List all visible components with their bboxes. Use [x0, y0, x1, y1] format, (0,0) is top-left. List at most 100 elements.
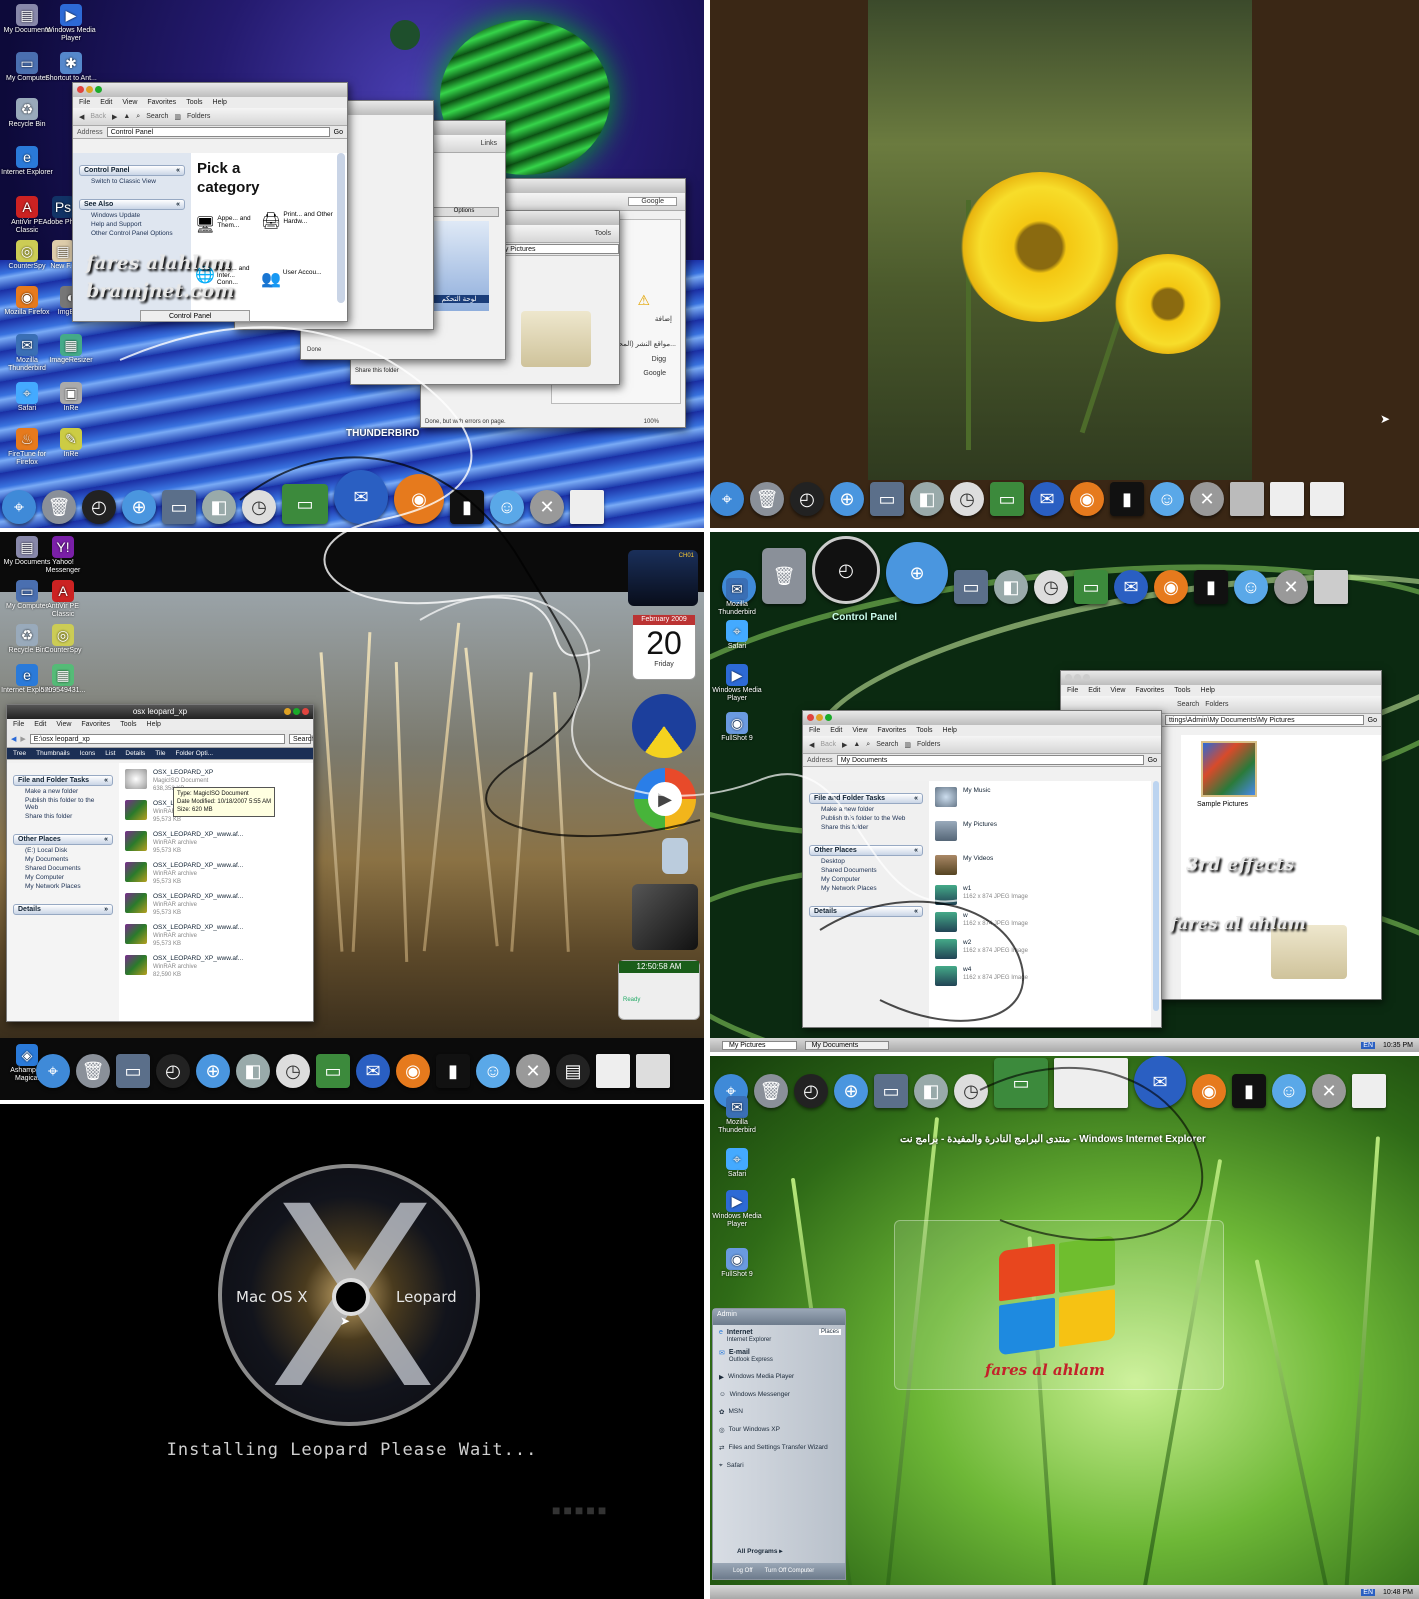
- trash-icon[interactable]: 🗑: [42, 490, 76, 524]
- see-also-header[interactable]: See Also «: [79, 199, 185, 210]
- compass-icon[interactable]: ⊕: [830, 482, 864, 516]
- thumbnails-button[interactable]: Thumbnails: [36, 750, 70, 757]
- list-item[interactable]: w 1162 x 874 JPEG Image: [935, 912, 1145, 932]
- scrollbar[interactable]: [1153, 781, 1159, 1011]
- place-link[interactable]: My Network Places: [13, 881, 113, 890]
- firefox-icon[interactable]: ◉: [1070, 482, 1104, 516]
- publish-link[interactable]: Publish this folder to the Web: [13, 795, 113, 811]
- display-icon[interactable]: ▭: [1074, 570, 1108, 604]
- zoom-level[interactable]: 100%: [644, 419, 659, 425]
- back-arrow-icon[interactable]: ◀: [79, 113, 84, 121]
- display-icon[interactable]: ▭: [990, 482, 1024, 516]
- other-options-link[interactable]: Other Control Panel Options: [79, 228, 185, 237]
- monitor-icon[interactable]: ▭: [874, 1074, 908, 1108]
- menu-favorites[interactable]: Favorites: [81, 721, 110, 728]
- tile-button[interactable]: Tile: [155, 750, 165, 757]
- place-link[interactable]: Desktop: [809, 856, 923, 865]
- dashboard-icon[interactable]: ◴: [790, 482, 824, 516]
- list-item[interactable]: OSX_LEOPARD_XP_www.af... WinRAR archive 95…: [125, 831, 307, 855]
- menu-help[interactable]: Help: [213, 99, 227, 106]
- desktop-icon[interactable]: e Internet Explorer: [0, 146, 54, 177]
- clock-icon[interactable]: ◷: [276, 1054, 310, 1088]
- menu-view[interactable]: View: [852, 727, 867, 734]
- place-link[interactable]: My Network Places: [809, 883, 923, 892]
- menu-file[interactable]: File: [13, 721, 24, 728]
- all-programs-button[interactable]: All Programs ▸: [737, 1547, 783, 1555]
- back-arrow-icon[interactable]: ◀: [809, 741, 814, 749]
- dashboard-icon[interactable]: ◴: [82, 490, 116, 524]
- terminal-icon[interactable]: ▮: [450, 490, 484, 524]
- thunderbird-icon[interactable]: ✉: [334, 470, 388, 524]
- list-item[interactable]: w4 1162 x 874 JPEG Image: [935, 966, 1145, 986]
- window-thumbnail-icon[interactable]: [1352, 1074, 1386, 1108]
- desktop-icon[interactable]: ▶ Windows Media Player: [44, 4, 98, 43]
- address-field[interactable]: My Documents: [836, 755, 1144, 765]
- window-thumbnail-icon[interactable]: [1314, 570, 1348, 604]
- icons-button[interactable]: Icons: [80, 750, 96, 757]
- finder-icon[interactable]: ◧: [914, 1074, 948, 1108]
- scrollbar[interactable]: [337, 153, 345, 303]
- menu-help[interactable]: Help: [147, 721, 161, 728]
- menu-tools[interactable]: Tools: [1174, 687, 1190, 694]
- desktop-icon[interactable]: ✉ Mozilla Thunderbird: [710, 578, 764, 617]
- category-printers[interactable]: 🖨 Print... and Other Hardw...: [261, 211, 341, 231]
- search-button[interactable]: Search: [1177, 701, 1199, 708]
- list-button[interactable]: List: [105, 750, 115, 757]
- compass-icon[interactable]: ⊕: [122, 490, 156, 524]
- address-field[interactable]: Control Panel: [106, 127, 330, 137]
- menu-favorites[interactable]: Favorites: [877, 727, 906, 734]
- switch-classic-view-link[interactable]: Switch to Classic View: [79, 176, 185, 185]
- desktop-icon[interactable]: ◎ CounterSpy: [36, 624, 90, 655]
- menu-edit[interactable]: Edit: [100, 99, 112, 106]
- media-player-gadget[interactable]: ▶: [634, 768, 696, 830]
- desktop-icon[interactable]: ▦ 5709549431...: [36, 664, 90, 695]
- google-link[interactable]: Google: [643, 370, 666, 377]
- list-item[interactable]: OSX_LEOPARD_XP_www.af... WinRAR archive 82…: [125, 955, 307, 979]
- firefox-icon[interactable]: ◉: [1154, 570, 1188, 604]
- start-menu-item[interactable]: ✉ E-mail Outlook Express: [713, 1347, 845, 1365]
- details-header[interactable]: Details «: [809, 906, 923, 917]
- display-icon[interactable]: ▭: [282, 484, 328, 524]
- place-link[interactable]: My Computer: [13, 872, 113, 881]
- forward-arrow-icon[interactable]: ▶: [112, 113, 117, 121]
- address-field[interactable]: My Pictures: [495, 244, 619, 254]
- terminal-icon[interactable]: ▮: [1232, 1074, 1266, 1108]
- safari-icon[interactable]: ⌖: [2, 490, 36, 524]
- window-thumbnail-icon[interactable]: [1270, 482, 1304, 516]
- desktop-icon[interactable]: ◉ FullShot 9: [710, 712, 764, 743]
- list-item[interactable]: My Pictures: [935, 821, 1145, 841]
- recycle-gadget[interactable]: [662, 838, 688, 874]
- zoom-button[interactable]: [1083, 674, 1090, 681]
- place-link[interactable]: Shared Documents: [809, 865, 923, 874]
- messenger-icon[interactable]: ☺: [1234, 570, 1268, 604]
- language-indicator[interactable]: EN: [1361, 1041, 1376, 1049]
- desktop-icon[interactable]: ▶ Windows Media Player: [710, 664, 764, 703]
- language-indicator[interactable]: EN: [1361, 1588, 1376, 1596]
- back-arrow-icon[interactable]: ◀: [11, 735, 16, 743]
- monitor-icon[interactable]: ▭: [870, 482, 904, 516]
- options-button[interactable]: Options: [429, 207, 499, 217]
- menu-favorites[interactable]: Favorites: [1135, 687, 1164, 694]
- safari-icon[interactable]: ⌖: [36, 1054, 70, 1088]
- menu-favorites[interactable]: Favorites: [147, 99, 176, 106]
- calendar-gadget[interactable]: February 2009 20 Friday: [632, 614, 696, 680]
- thunderbird-icon[interactable]: ✉: [1114, 570, 1148, 604]
- dashboard-icon[interactable]: ◴: [794, 1074, 828, 1108]
- folders-button[interactable]: Folders: [1205, 701, 1228, 708]
- browser-thumbnail-icon[interactable]: [1054, 1058, 1128, 1108]
- display-icon[interactable]: ▭: [994, 1058, 1048, 1108]
- place-link[interactable]: My Documents: [13, 854, 113, 863]
- new-folder-link[interactable]: Make a new folder: [809, 804, 923, 813]
- up-folder-icon[interactable]: ▲: [853, 741, 860, 748]
- desktop-icon[interactable]: ⌖ Safari: [710, 1148, 764, 1179]
- menu-tools[interactable]: Tools: [120, 721, 136, 728]
- place-link[interactable]: Shared Documents: [13, 863, 113, 872]
- finder-icon[interactable]: ◧: [236, 1054, 270, 1088]
- menu-tools[interactable]: Tools: [916, 727, 932, 734]
- close-button[interactable]: [302, 708, 309, 715]
- search-field[interactable]: Search: [289, 733, 313, 744]
- close-button[interactable]: [807, 714, 814, 721]
- search-button[interactable]: Search: [876, 741, 898, 748]
- folders-button[interactable]: Folders: [917, 741, 940, 748]
- clock-gadget[interactable]: 12:50:58 AM Ready: [618, 960, 700, 1020]
